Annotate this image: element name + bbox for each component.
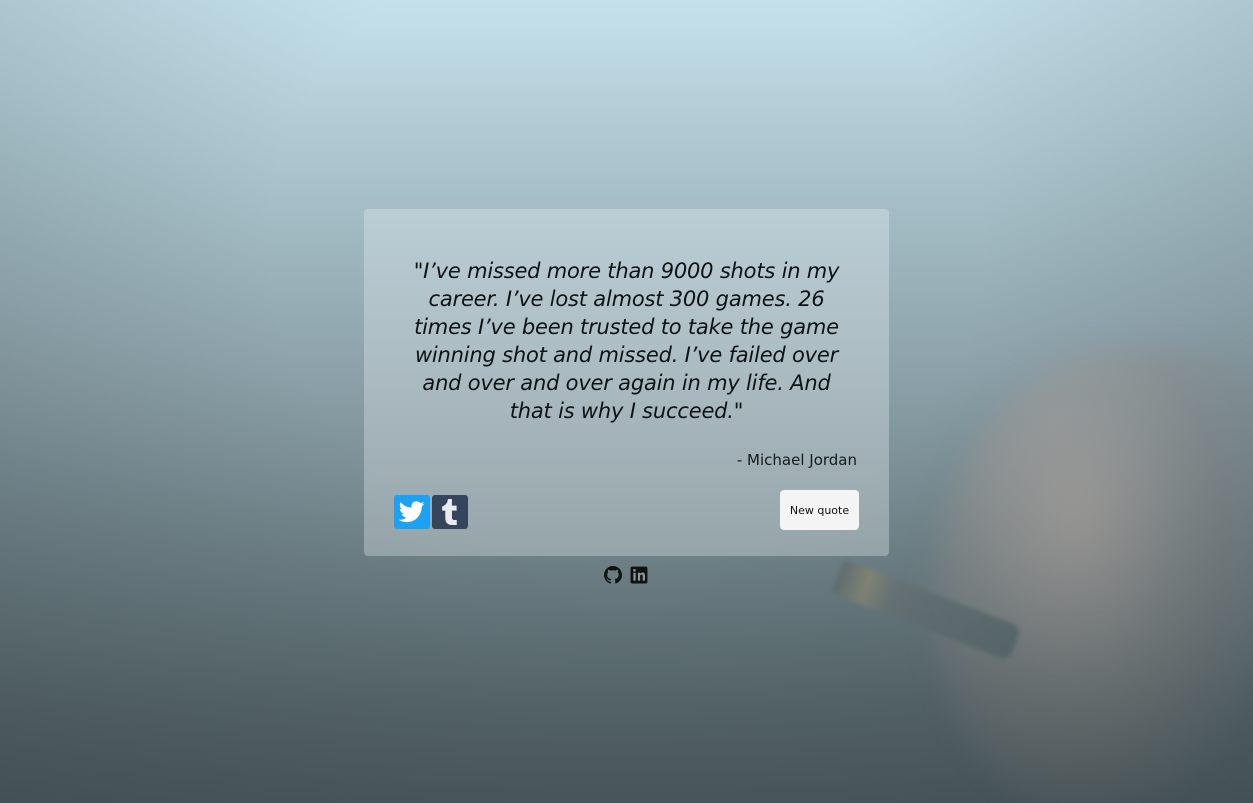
linkedin-icon: [630, 566, 648, 584]
tweet-quote-button[interactable]: [394, 495, 430, 529]
share-buttons: [394, 495, 468, 529]
linkedin-link[interactable]: [630, 566, 648, 584]
twitter-icon: [399, 501, 425, 523]
tumblr-icon: [442, 499, 457, 525]
github-link[interactable]: [604, 566, 622, 584]
tumblr-quote-button[interactable]: [432, 495, 468, 529]
new-quote-button[interactable]: New quote: [780, 490, 859, 530]
quote-author: - Michael Jordan: [736, 451, 857, 469]
footer-links: [604, 566, 648, 584]
quote-box: "I’ve missed more than 9000 shots in my …: [364, 209, 889, 556]
quote-text: "I’ve missed more than 9000 shots in my …: [413, 259, 840, 423]
github-icon: [604, 566, 622, 584]
